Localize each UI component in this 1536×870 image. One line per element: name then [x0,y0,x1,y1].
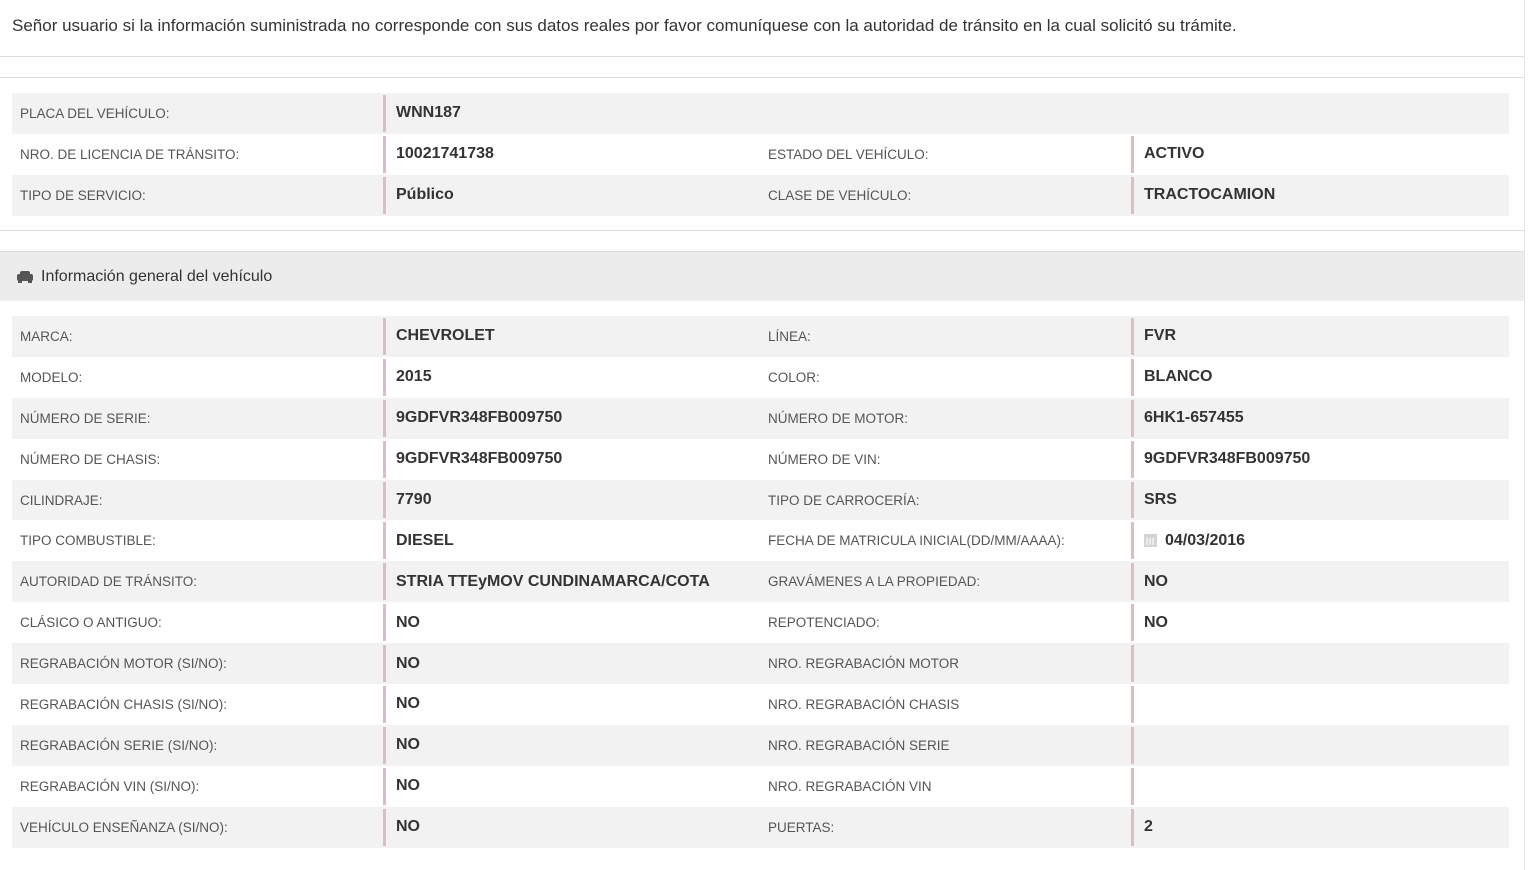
field-value: 6HK1-657455 [1131,399,1244,437]
section-header-general: Información general del vehículo [0,251,1524,301]
table-row: REGRABACIÓN SERIE (SI/NO): NO NRO. REGRABA… [12,724,1509,766]
field-value: 7790 [383,481,432,519]
table-row: REGRABACIÓN MOTOR (SI/NO): NO NRO. REGRABA… [12,643,1509,685]
table-row: PLACA DEL VEHÍCULO: WNN187 [12,93,1509,134]
table-row: CLÁSICO O ANTIGUO: NO REPOTENCIADO: NO [12,602,1509,643]
summary-table: PLACA DEL VEHÍCULO: WNN187 NRO. DE LICEN… [12,93,1509,216]
car-icon [17,270,33,283]
table-row: MODELO: 2015 COLOR: BLANCO [12,357,1509,398]
field-label: PLACA DEL VEHÍCULO: [20,105,170,121]
field-label: GRAVÁMENES A LA PROPIEDAD: [768,574,981,590]
field-label: TIPO DE CARROCERÍA: [768,492,920,508]
field-value: 9GDFVR348FB009750 [1131,440,1310,478]
field-label: NRO. REGRABACIÓN MOTOR [768,656,960,672]
field-value: NO [1131,604,1168,642]
table-row: NÚMERO DE SERIE: 9GDFVR348FB009750 NÚMERO … [12,397,1509,439]
field-value: NO [383,686,420,723]
general-info-table: MARCA: CHEVROLET LÍNEA: FVR MODELO: 2015 COLOR… [12,316,1509,848]
field-value: 2015 [383,358,432,396]
field-label: NRO. REGRABACIÓN VIN [768,778,932,794]
table-row: REGRABACIÓN VIN (SI/NO): NO NRO. REGRABACI… [12,766,1509,807]
date-value: 04/03/2016 [1165,531,1246,549]
field-label: REPOTENCIADO: [768,615,880,631]
field-value: DIESEL [383,522,454,560]
field-value [1131,686,1144,723]
field-label: MARCA: [20,328,73,344]
field-value: NO [1131,563,1168,601]
field-value: TRACTOCAMION [1131,176,1275,214]
field-label: NÚMERO DE SERIE: [20,410,151,426]
calendar-icon [1144,534,1157,548]
section-title: Información general del vehículo [41,267,273,285]
field-value: STRIA TTEyMOV CUNDINAMARCA/COTA [383,563,710,601]
field-label: TIPO COMBUSTIBLE: [20,533,156,549]
field-value: Público [383,176,454,214]
field-label: NÚMERO DE MOTOR: [768,410,909,426]
field-value [1131,767,1144,805]
table-row: TIPO COMBUSTIBLE: DIESEL FECHA DE MATRICUL… [12,520,1509,561]
field-value: NO [383,767,420,805]
field-label: LÍNEA: [768,328,811,344]
field-value: FVR [1131,318,1176,355]
field-value: NO [383,726,420,764]
field-value: SRS [1131,481,1177,519]
field-value: 04/03/2016 [1131,522,1246,560]
vehicle-info-page: Señor usuario si la información suminist… [0,0,1524,870]
vertical-scrollbar[interactable] [1524,0,1536,870]
field-label: CLÁSICO O ANTIGUO: [20,615,162,631]
field-label: CILINDRAJE: [20,492,103,508]
field-label: REGRABACIÓN MOTOR (SI/NO): [20,656,227,672]
field-label: NRO. REGRABACIÓN CHASIS [768,696,960,712]
field-label: ESTADO DEL VEHÍCULO: [768,146,929,162]
field-label: COLOR: [768,369,820,385]
field-label: FECHA DE MATRICULA INICIAL(DD/MM/AAAA): [768,533,1065,549]
field-label: VEHÍCULO ENSEÑANZA (SI/NO): [20,819,228,835]
field-label: TIPO DE SERVICIO: [20,187,146,203]
table-row: CILINDRAJE: 7790 TIPO DE CARROCERÍA: SRS [12,479,1509,521]
table-row: NRO. DE LICENCIA DE TRÁNSITO: 1002174173… [12,134,1509,175]
field-value: NO [383,808,420,846]
field-label: REGRABACIÓN VIN (SI/NO): [20,778,200,794]
field-label: REGRABACIÓN CHASIS (SI/NO): [20,696,228,712]
table-row: REGRABACIÓN CHASIS (SI/NO): NO NRO. REGRAB… [12,684,1509,725]
field-label: PUERTAS: [768,819,835,835]
field-value: 10021741738 [383,135,494,173]
table-row: TIPO DE SERVICIO: Público CLASE DE VEHÍC… [12,174,1509,216]
table-row: AUTORIDAD DE TRÁNSITO: STRIA TTEyMOV CUND… [12,561,1509,603]
table-row: MARCA: CHEVROLET LÍNEA: FVR [12,316,1509,357]
field-value: CHEVROLET [383,318,495,355]
divider [0,230,1524,231]
cutoff-heading [220,862,228,870]
table-row: NÚMERO DE CHASIS: 9GDFVR348FB009750 NÚMERO… [12,439,1509,480]
divider [0,77,1524,78]
field-label: NRO. DE LICENCIA DE TRÁNSITO: [20,146,240,162]
field-value: 2 [1131,808,1153,846]
field-value: 9GDFVR348FB009750 [383,440,562,478]
notice-text: Señor usuario si la información suminist… [12,16,1237,35]
field-value: WNN187 [383,95,461,132]
field-value [1131,645,1144,683]
field-label: MODELO: [20,369,83,385]
field-value: NO [383,645,420,683]
field-label: REGRABACIÓN SERIE (SI/NO): [20,737,218,753]
field-value [1131,726,1144,764]
divider [0,56,1524,57]
field-value: 9GDFVR348FB009750 [383,399,562,437]
field-label: NÚMERO DE VIN: [768,451,881,467]
field-value: NO [383,604,420,642]
table-row: VEHÍCULO ENSEÑANZA (SI/NO): NO PUERTAS: 2 [12,806,1509,848]
field-label: AUTORIDAD DE TRÁNSITO: [20,574,198,590]
field-label: NÚMERO DE CHASIS: [20,451,161,467]
field-label: CLASE DE VEHÍCULO: [768,187,912,203]
field-value: ACTIVO [1131,135,1204,173]
field-label: NRO. REGRABACIÓN SERIE [768,737,950,753]
field-value: BLANCO [1131,358,1212,396]
